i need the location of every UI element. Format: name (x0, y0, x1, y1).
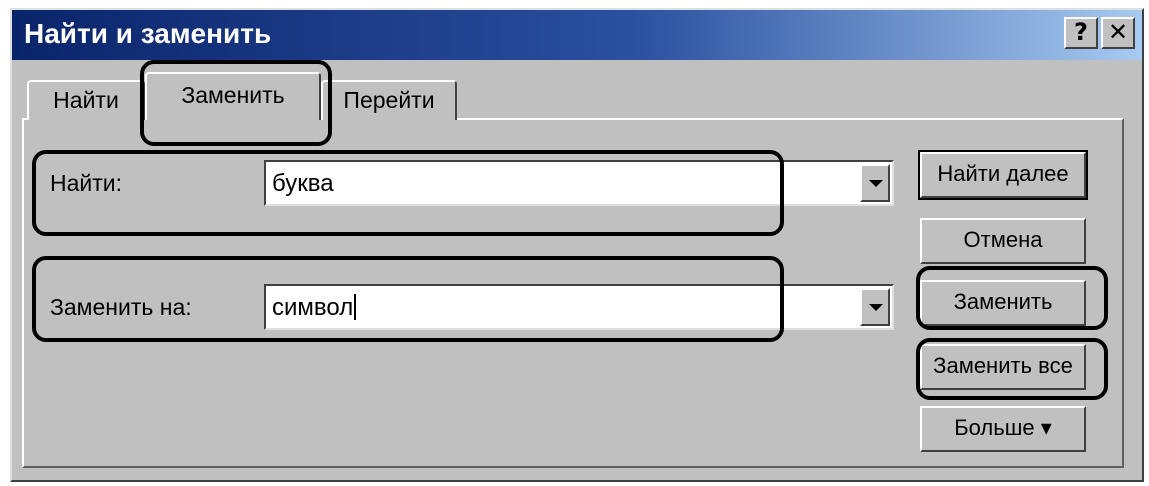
cancel-button[interactable]: Отмена (920, 218, 1086, 264)
replace-button[interactable]: Заменить (920, 280, 1086, 326)
find-next-button[interactable]: Найти далее (918, 150, 1088, 200)
replace-combobox[interactable]: символ (264, 284, 894, 330)
close-icon[interactable]: ✕ (1101, 17, 1135, 49)
tab-goto[interactable]: Перейти (321, 80, 457, 120)
tab-replace[interactable]: Заменить (145, 72, 321, 120)
chevron-down-icon[interactable] (860, 288, 890, 326)
title-bar: Найти и заменить ? ✕ (12, 10, 1142, 60)
replace-all-button[interactable]: Заменить все (920, 344, 1086, 390)
replace-input-wrap[interactable]: символ (272, 294, 357, 322)
chevron-down-icon[interactable] (860, 164, 890, 202)
find-label: Найти: (50, 170, 123, 196)
help-icon[interactable]: ? (1064, 17, 1098, 49)
tab-find[interactable]: Найти (27, 80, 145, 120)
replace-label: Заменить на: (50, 294, 192, 320)
window-title: Найти и заменить (24, 18, 272, 49)
text-caret (354, 294, 357, 320)
find-input[interactable]: буква (272, 170, 334, 198)
replace-input[interactable]: символ (272, 294, 353, 321)
find-combobox[interactable]: буква (264, 160, 894, 206)
more-button[interactable]: Больше ▾ (920, 406, 1086, 452)
